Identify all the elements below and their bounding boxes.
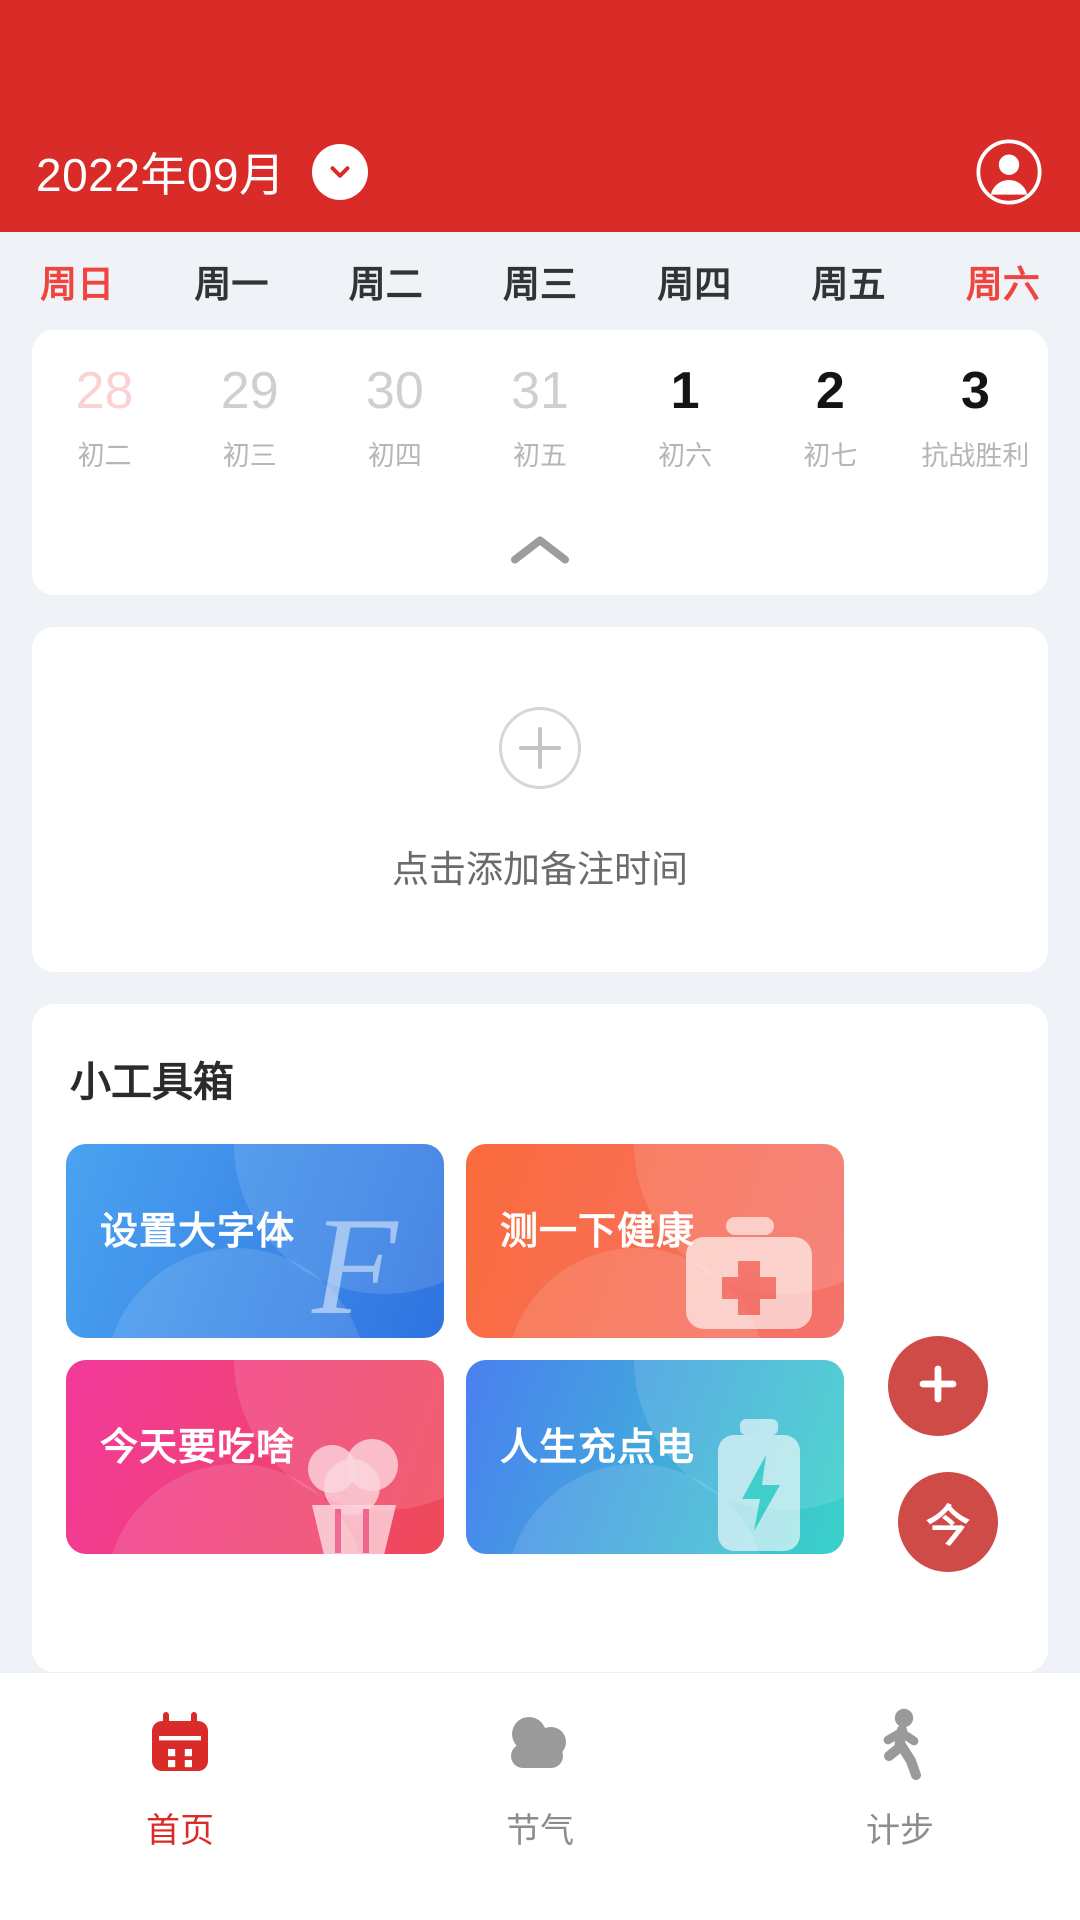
calendar-day-number: 29 [220, 362, 279, 420]
add-note-card[interactable]: 点击添加备注时间 [32, 627, 1048, 972]
calendar-day-number: 30 [365, 362, 424, 420]
plus-circle-icon [499, 706, 581, 789]
chevron-down-icon [325, 157, 355, 187]
chevron-up-icon [509, 532, 571, 573]
script-f-icon: F [304, 1189, 424, 1338]
calendar-day-lunar: 初六 [658, 441, 713, 472]
calendar-day-lunar: 初二 [77, 441, 132, 472]
nav-item-1[interactable]: 首页 [0, 1673, 360, 1852]
calendar-card: 28 初二 29 初三 30 初四 31 初五 1 初六 2 初七 3 抗战胜利 [32, 330, 1048, 595]
user-avatar-icon [976, 139, 1042, 205]
weekday-label-2: 周二 [348, 264, 423, 305]
calendar-day-cell[interactable]: 3 抗战胜利 [903, 362, 1048, 473]
tool-card[interactable]: 今天要吃啥 [66, 1360, 444, 1554]
tool-card-label: 设置大字体 [100, 1211, 296, 1253]
add-note-label: 点击添加备注时间 [392, 848, 688, 890]
svg-text:F: F [311, 1189, 399, 1338]
toolbox-card: 小工具箱 F 设置大字体 测一下健康今天要吃啥 人生充点电 [32, 1004, 1048, 1672]
cupcake-icon [284, 1425, 424, 1554]
weekday-label-1: 周一 [194, 264, 269, 305]
nav-item-label: 节气 [506, 1812, 574, 1850]
medical-kit-icon [674, 1209, 824, 1338]
calendar-week-row: 28 初二 29 初三 30 初四 31 初五 1 初六 2 初七 3 抗战胜利 [32, 330, 1048, 473]
weekday-label-5: 周五 [811, 264, 886, 305]
calendar-day-cell[interactable]: 31 初五 [467, 362, 612, 473]
app-header: 2022年09月 [0, 0, 1080, 232]
calendar-day-number: 28 [75, 362, 134, 420]
tool-card[interactable]: F 设置大字体 [66, 1144, 444, 1338]
calendar-day-lunar: 初四 [367, 441, 422, 472]
tool-card-label: 今天要吃啥 [100, 1427, 296, 1469]
today-fab-label: 今 [926, 1502, 970, 1551]
weekday-header: 周日 周一 周二 周三 周四 周五 周六 [0, 232, 1080, 330]
weekday-label-0: 周日 [40, 264, 115, 305]
toolbox-grid: F 设置大字体 测一下健康今天要吃啥 人生充点电 [66, 1144, 1026, 1554]
nav-item-3[interactable]: 计步 [720, 1673, 1080, 1852]
calendar-day-cell[interactable]: 2 初七 [758, 362, 903, 473]
walking-icon [868, 1707, 932, 1783]
month-picker-button[interactable] [311, 144, 368, 200]
add-event-fab[interactable] [888, 1336, 988, 1436]
page-title: 2022年09月 [36, 149, 286, 201]
calendar-day-cell[interactable]: 29 初三 [177, 362, 322, 473]
calendar-icon [144, 1707, 216, 1783]
calendar-day-lunar: 初三 [222, 441, 277, 472]
nav-item-label: 计步 [866, 1812, 934, 1850]
calendar-day-cell[interactable]: 1 初六 [613, 362, 758, 473]
calendar-day-number: 31 [511, 362, 569, 420]
toolbox-title: 小工具箱 [70, 1059, 234, 1105]
app-root: 2022年09月 周日 周一 周二 周三 周四 周五 周六 28 初二 29 初三 30 初四 [0, 0, 1080, 1920]
calendar-day-cell[interactable]: 28 初二 [32, 362, 177, 473]
today-fab[interactable]: 今 [898, 1472, 998, 1572]
calendar-collapse-button[interactable] [32, 509, 1048, 595]
weekday-label-6: 周六 [965, 264, 1040, 305]
weekday-label-4: 周四 [657, 264, 732, 305]
nav-item-2[interactable]: 节气 [360, 1673, 720, 1852]
weekday-label-3: 周三 [502, 264, 577, 305]
tool-card[interactable]: 人生充点电 [466, 1360, 844, 1554]
calendar-day-number: 3 [960, 362, 990, 420]
plus-icon [914, 1360, 962, 1413]
bottom-navigation: 首页 节气 计步 [0, 1672, 1080, 1920]
calendar-day-lunar: 初五 [512, 441, 567, 472]
cloud-icon [501, 1707, 579, 1783]
tool-card-label: 人生充点电 [500, 1427, 696, 1469]
calendar-day-cell[interactable]: 30 初四 [322, 362, 467, 473]
calendar-day-number: 2 [815, 362, 845, 420]
calendar-day-lunar: 初七 [803, 441, 858, 472]
tool-card[interactable]: 测一下健康 [466, 1144, 844, 1338]
nav-item-label: 首页 [146, 1812, 214, 1850]
tool-card-label: 测一下健康 [500, 1211, 696, 1253]
calendar-day-number: 1 [670, 362, 700, 420]
battery-icon [694, 1415, 824, 1554]
calendar-day-lunar: 抗战胜利 [921, 441, 1030, 472]
avatar[interactable] [974, 137, 1044, 207]
